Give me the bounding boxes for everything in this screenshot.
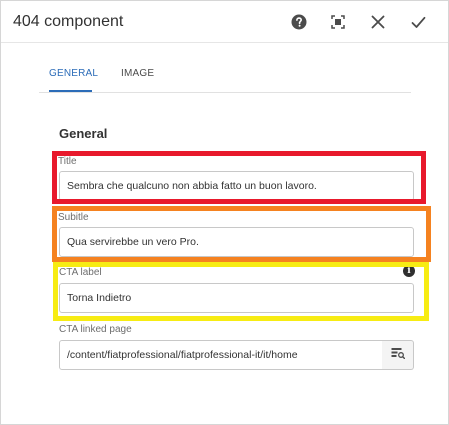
dialog-header: 404 component xyxy=(1,1,448,43)
check-icon[interactable] xyxy=(407,11,429,33)
dialog-title: 404 component xyxy=(13,13,124,30)
help-icon[interactable] xyxy=(288,11,310,33)
tab-list: GENERAL IMAGE xyxy=(39,61,411,93)
section-title: General xyxy=(59,126,108,141)
close-icon[interactable] xyxy=(367,11,389,33)
subtitle-label: Subitle xyxy=(58,212,89,223)
tab-image[interactable]: IMAGE xyxy=(121,68,154,79)
fullscreen-icon[interactable] xyxy=(327,11,349,33)
title-input[interactable]: Sembra che qualcuno non abbia fatto un b… xyxy=(59,171,414,201)
path-browse-button[interactable] xyxy=(382,340,414,370)
cta-link-label: CTA linked page xyxy=(59,324,132,335)
info-icon[interactable]: i xyxy=(403,265,415,277)
cta-link-input[interactable]: /content/fiatprofessional/fiatprofession… xyxy=(59,340,383,370)
cta-label-label: CTA label xyxy=(59,267,102,278)
tab-general[interactable]: GENERAL xyxy=(49,68,98,79)
dialog: 404 component GENERAL IMAGE General Titl… xyxy=(0,0,449,425)
title-label: Title xyxy=(58,156,77,167)
path-browse-icon xyxy=(391,346,405,364)
cta-label-input[interactable]: Torna Indietro xyxy=(59,283,414,313)
subtitle-input[interactable]: Qua servirebbe un vero Pro. xyxy=(59,227,414,257)
active-tab-indicator xyxy=(49,90,92,92)
